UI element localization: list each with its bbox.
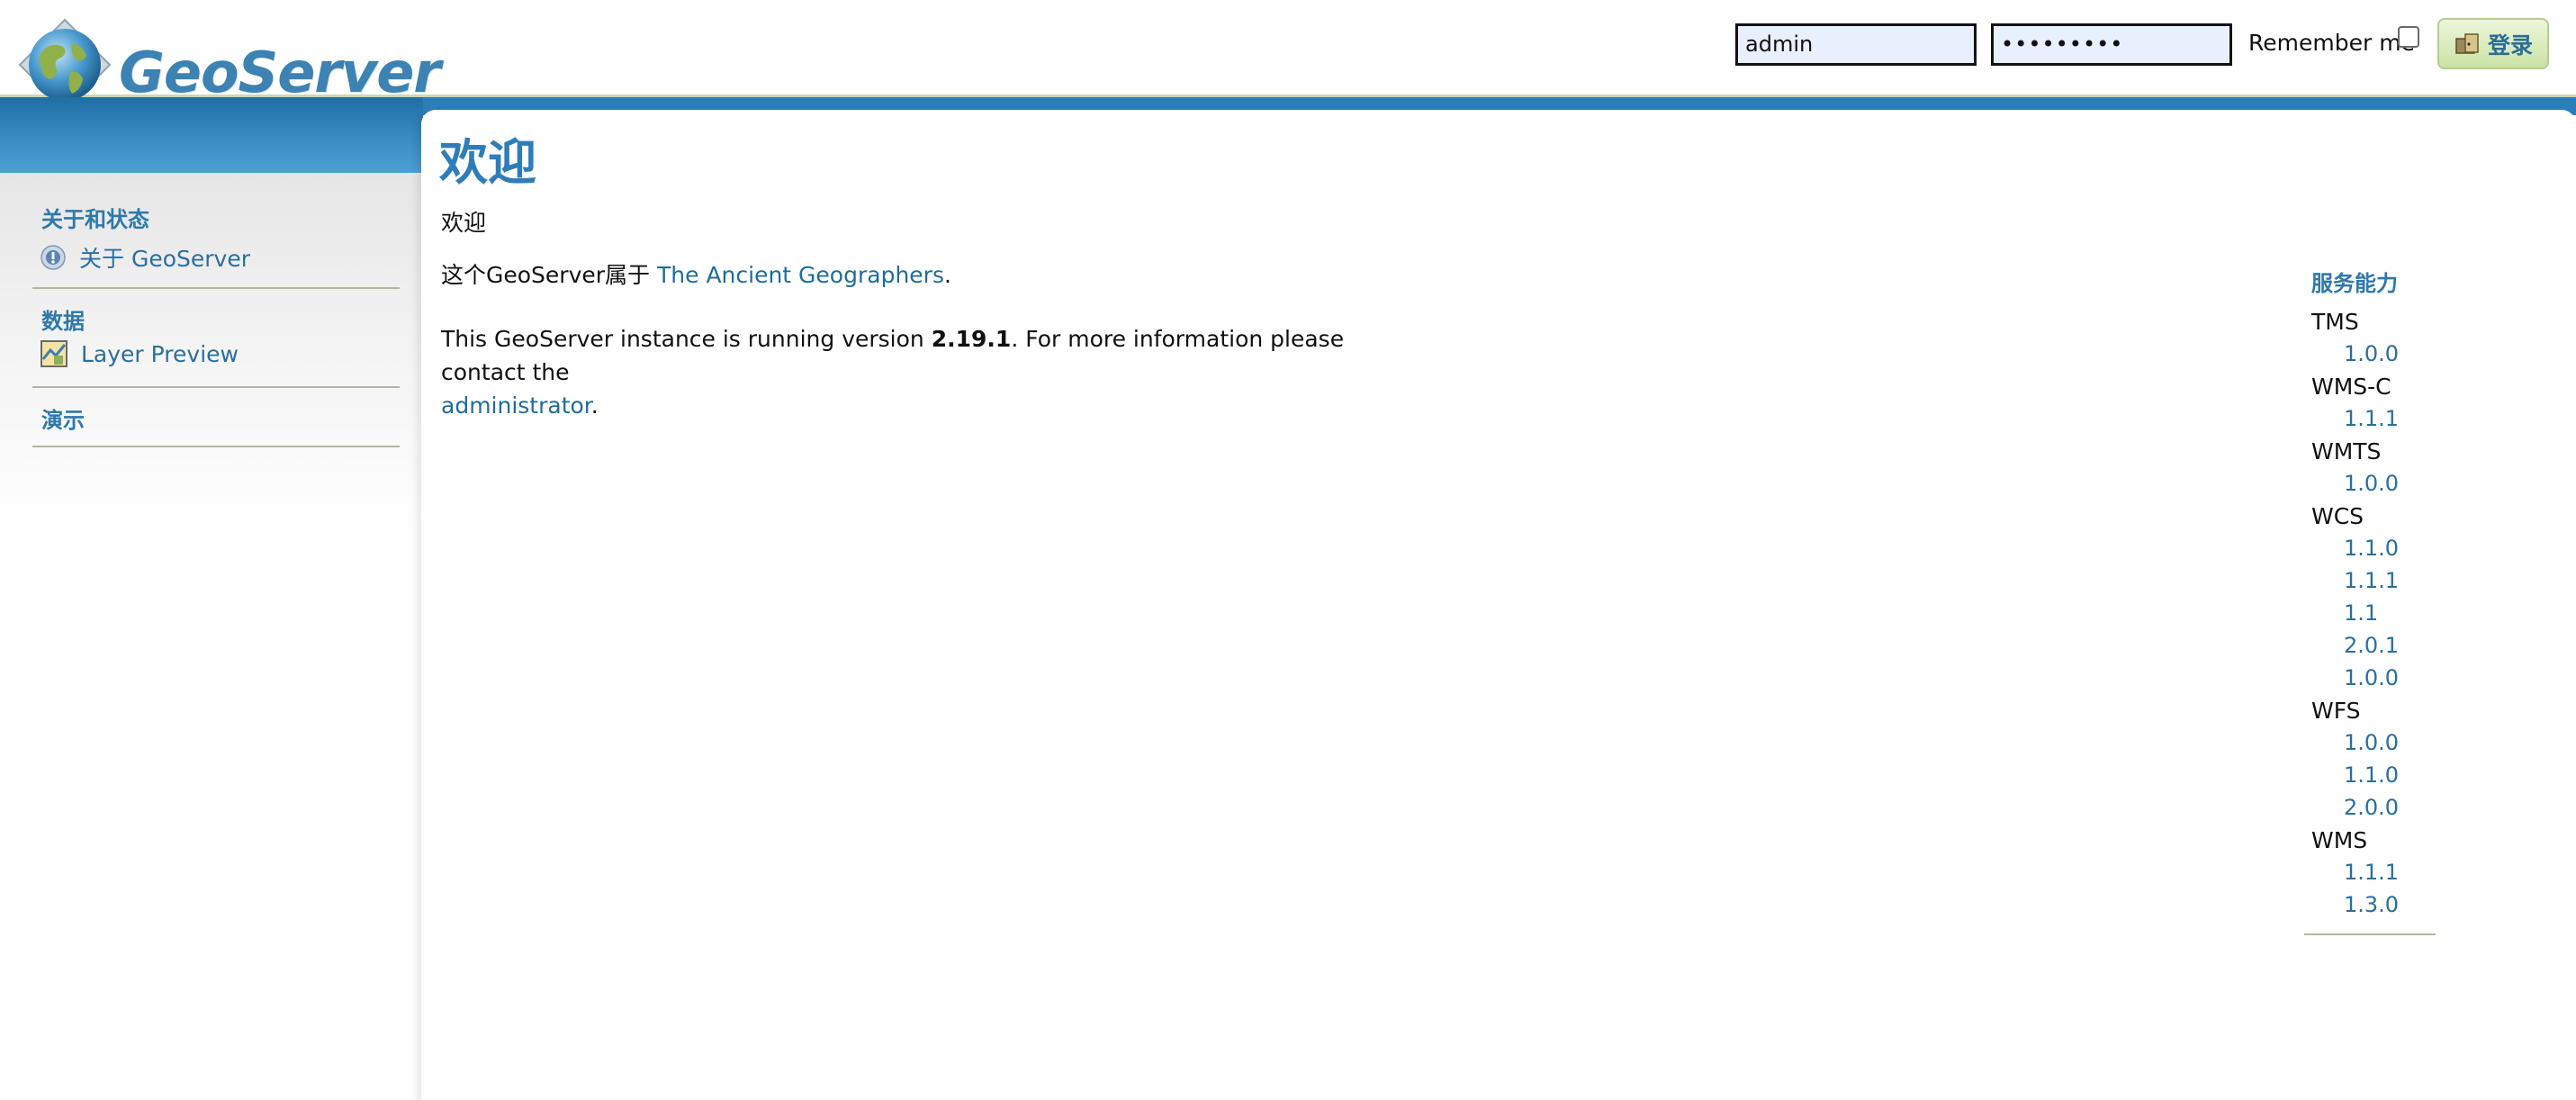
- password-input[interactable]: •••••••••: [1991, 23, 2232, 66]
- login-button[interactable]: 登录: [2437, 18, 2549, 69]
- wms-version-link[interactable]: 1.3.0: [2344, 892, 2399, 917]
- header: GeoServer admin ••••••••• Remember me 登录: [0, 0, 2576, 112]
- owner-prefix: 这个GeoServer属于: [441, 262, 651, 288]
- sidebar-item-about-geoserver[interactable]: 关于 GeoServer: [40, 241, 250, 274]
- sidebar-heading-about-status[interactable]: 关于和状态: [41, 202, 149, 233]
- login-icon: [2455, 32, 2479, 54]
- version-prefix: This GeoServer instance is running versi…: [441, 326, 924, 352]
- tms-version-link[interactable]: 1.0.0: [2344, 341, 2399, 366]
- service-wms: WMS: [2311, 827, 2368, 853]
- owner-line: 这个GeoServer属于 The Ancient Geographers.: [441, 257, 951, 290]
- sidebar-item-label: 关于 GeoServer: [79, 246, 250, 272]
- service-wcs: WCS: [2311, 503, 2364, 529]
- wcs-version-link[interactable]: 1.0.0: [2344, 665, 2399, 690]
- version-line: This GeoServer instance is running versi…: [441, 322, 1431, 422]
- sidebar-heading-demos[interactable]: 演示: [41, 402, 85, 434]
- login-button-label: 登录: [2487, 32, 2533, 59]
- welcome-text: 欢迎: [441, 210, 487, 236]
- wfs-version-link[interactable]: 1.1.0: [2344, 762, 2399, 788]
- main-content: 欢迎 欢迎 这个GeoServer属于 The Ancient Geograph…: [421, 110, 2576, 1100]
- wms-version-link[interactable]: 1.1.1: [2344, 860, 2399, 885]
- version-number: 2.19.1: [931, 326, 1012, 352]
- remember-me-checkbox[interactable]: [2398, 26, 2419, 48]
- owner-link[interactable]: The Ancient Geographers: [657, 262, 944, 288]
- sidebar-section-data: 数据 Layer Preview: [32, 289, 400, 388]
- service-wmts: WMTS: [2311, 438, 2382, 464]
- wcs-version-link[interactable]: 1.1.0: [2344, 536, 2399, 561]
- sidebar-item-label: Layer Preview: [81, 340, 239, 367]
- service-wms-c: WMS-C: [2311, 374, 2391, 400]
- sidebar-section-about: 关于和状态 关于 GeoServer: [32, 185, 400, 289]
- wcs-version-link[interactable]: 2.0.1: [2344, 633, 2399, 658]
- service-tms: TMS: [2311, 309, 2359, 335]
- layer-preview-icon: [41, 340, 68, 367]
- remember-me-label: Remember me: [2248, 30, 2415, 56]
- capabilities-divider: [2304, 933, 2436, 935]
- wfs-version-link[interactable]: 1.0.0: [2344, 730, 2399, 755]
- wcs-version-link[interactable]: 1.1.1: [2344, 568, 2399, 593]
- sidebar-section-demos: 演示: [32, 388, 400, 447]
- sidebar-item-layer-preview[interactable]: Layer Preview: [40, 339, 239, 368]
- owner-suffix: .: [943, 262, 951, 288]
- wcs-version-link[interactable]: 1.1: [2344, 600, 2378, 626]
- nav-band: [0, 97, 423, 173]
- page-title: 欢迎: [439, 134, 536, 191]
- about-icon: [41, 245, 66, 270]
- sidebar: 关于和状态 关于 GeoServer 数据 Layer Preview 演示: [0, 173, 423, 533]
- wmts-version-link[interactable]: 1.0.0: [2344, 471, 2399, 496]
- wms-c-version-link[interactable]: 1.1.1: [2344, 406, 2399, 431]
- admin-suffix: .: [590, 392, 599, 419]
- service-capabilities-title: 服务能力: [2311, 271, 2398, 296]
- sidebar-heading-data[interactable]: 数据: [41, 303, 85, 335]
- login-form: admin ••••••••• Remember me 登录: [1712, 0, 2576, 90]
- administrator-link[interactable]: administrator: [441, 392, 591, 419]
- username-input[interactable]: admin: [1735, 23, 1977, 66]
- wfs-version-link[interactable]: 2.0.0: [2344, 795, 2399, 820]
- logo-text: GeoServer: [119, 40, 441, 105]
- service-wfs: WFS: [2311, 698, 2361, 724]
